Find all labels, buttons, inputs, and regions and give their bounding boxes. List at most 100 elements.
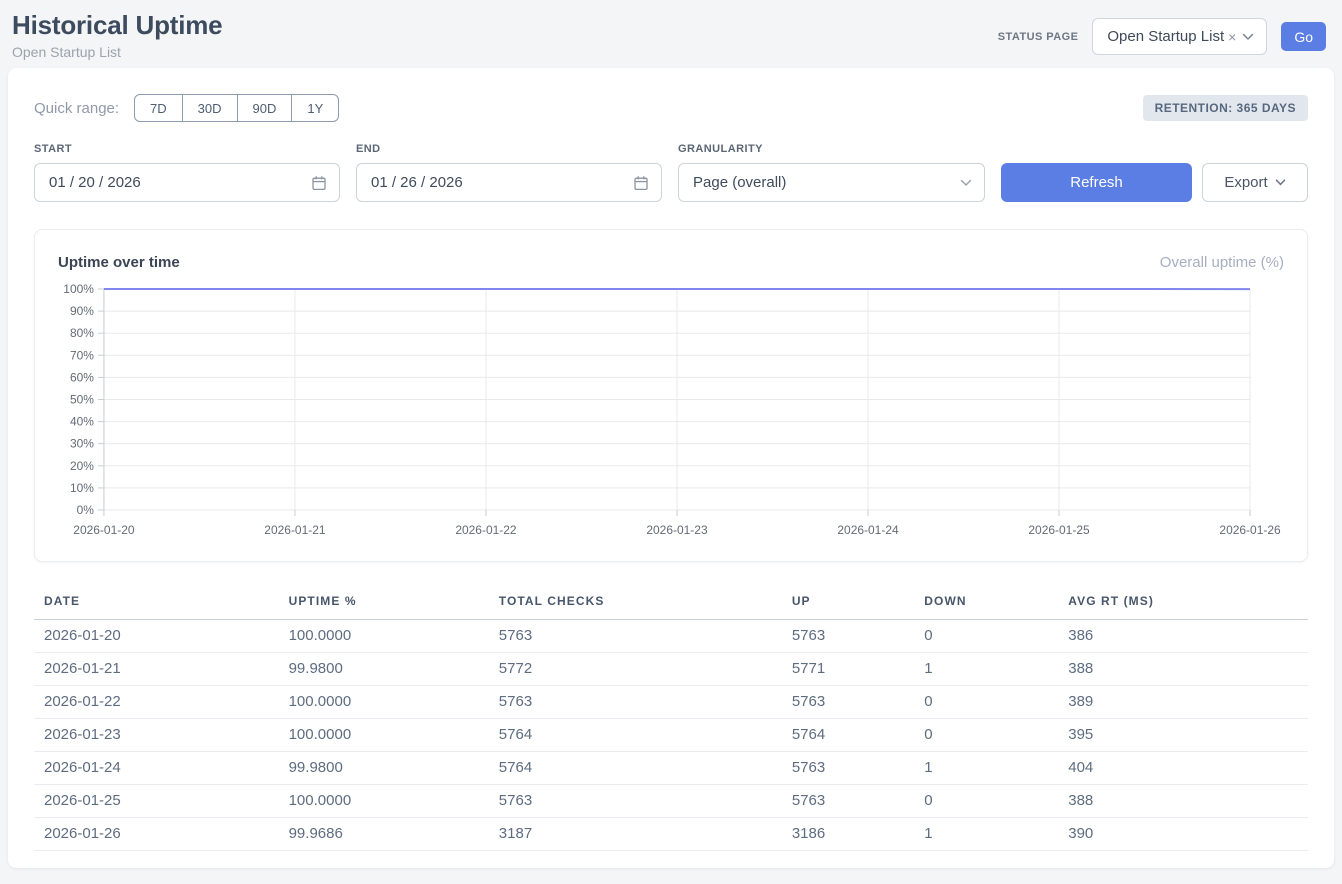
column-header: UPTIME % [279,588,489,620]
table-row: 2026-01-2199.9800577257711388 [34,653,1308,686]
svg-text:20%: 20% [70,459,94,473]
table-header-row: DATEUPTIME %TOTAL CHECKSUPDOWNAVG RT (MS… [34,588,1308,620]
table-cell: 2026-01-20 [34,620,279,653]
svg-text:30%: 30% [70,437,94,451]
table-row: 2026-01-20100.0000576357630386 [34,620,1308,653]
chart-legend: Overall uptime (%) [1160,254,1284,271]
quick-range-row: Quick range: 7D30D90D1Y RETENTION: 365 D… [34,94,1308,122]
table-cell: 3187 [489,818,782,851]
table-cell: 0 [914,719,1058,752]
svg-text:2026-01-24: 2026-01-24 [837,523,899,537]
table-cell: 5763 [489,620,782,653]
retention-badge: RETENTION: 365 DAYS [1143,95,1308,121]
quick-range-7d-button[interactable]: 7D [134,94,183,122]
end-date-value: 01 / 26 / 2026 [371,174,463,191]
start-date-input[interactable]: 01 / 20 / 2026 [34,163,340,202]
refresh-button[interactable]: Refresh [1001,163,1192,202]
table-cell: 1 [914,752,1058,785]
svg-text:60%: 60% [70,370,94,384]
table-cell: 2026-01-25 [34,785,279,818]
calendar-icon[interactable] [633,175,649,191]
column-header: DATE [34,588,279,620]
table-cell: 5771 [782,653,914,686]
svg-text:2026-01-21: 2026-01-21 [264,523,326,537]
granularity-field-group: GRANULARITY Page (overall) [678,143,985,202]
svg-text:90%: 90% [70,304,94,318]
table-cell: 5763 [489,785,782,818]
page-subtitle: Open Startup List [12,44,222,60]
chevron-down-icon [960,179,972,187]
go-button[interactable]: Go [1281,22,1326,51]
table-cell: 99.9800 [279,752,489,785]
table-cell: 5763 [782,752,914,785]
quick-range-90d-button[interactable]: 90D [238,94,293,122]
svg-text:2026-01-26: 2026-01-26 [1219,523,1281,537]
granularity-select[interactable]: Page (overall) [678,163,985,202]
table-body: 2026-01-20100.00005763576303862026-01-21… [34,620,1308,851]
table-row: 2026-01-2499.9800576457631404 [34,752,1308,785]
table-cell: 389 [1058,686,1308,719]
start-date-value: 01 / 20 / 2026 [49,174,141,191]
table-cell: 2026-01-24 [34,752,279,785]
table-row: 2026-01-23100.0000576457640395 [34,719,1308,752]
table-cell: 388 [1058,653,1308,686]
table-cell: 5763 [782,620,914,653]
svg-text:2026-01-25: 2026-01-25 [1028,523,1090,537]
table-cell: 1 [914,818,1058,851]
uptime-chart-svg: 0%10%20%30%40%50%60%70%80%90%100%2026-01… [58,281,1284,543]
end-date-input[interactable]: 01 / 26 / 2026 [356,163,662,202]
column-header: UP [782,588,914,620]
table-cell: 100.0000 [279,686,489,719]
table-cell: 390 [1058,818,1308,851]
clear-icon[interactable]: × [1228,29,1236,45]
end-field-group: END 01 / 26 / 2026 [356,143,662,202]
page-title: Historical Uptime [12,10,222,41]
granularity-value: Page (overall) [693,174,786,191]
svg-text:100%: 100% [63,282,94,296]
status-page-select[interactable]: Open Startup List × [1092,18,1267,55]
svg-text:2026-01-20: 2026-01-20 [73,523,135,537]
status-page-label: STATUS PAGE [998,31,1079,43]
table-cell: 99.9686 [279,818,489,851]
quick-range-group: 7D30D90D1Y [134,94,339,122]
quick-range-1y-button[interactable]: 1Y [292,94,339,122]
quick-range-left: Quick range: 7D30D90D1Y [34,94,339,122]
chart-title: Uptime over time [58,254,180,271]
main-card: Quick range: 7D30D90D1Y RETENTION: 365 D… [8,68,1334,868]
table-cell: 99.9800 [279,653,489,686]
table-cell: 5763 [782,785,914,818]
uptime-chart: 0%10%20%30%40%50%60%70%80%90%100%2026-01… [58,281,1284,543]
table-cell: 5772 [489,653,782,686]
table-cell: 2026-01-22 [34,686,279,719]
chart-header: Uptime over time Overall uptime (%) [58,254,1284,271]
table-row: 2026-01-25100.0000576357630388 [34,785,1308,818]
svg-text:50%: 50% [70,392,94,406]
quick-range-30d-button[interactable]: 30D [183,94,238,122]
table-cell: 5764 [489,719,782,752]
column-header: AVG RT (MS) [1058,588,1308,620]
svg-text:0%: 0% [77,503,95,517]
granularity-label: GRANULARITY [678,143,985,155]
table-cell: 2026-01-23 [34,719,279,752]
table-cell: 395 [1058,719,1308,752]
end-label: END [356,143,662,155]
svg-text:2026-01-23: 2026-01-23 [646,523,708,537]
table-cell: 0 [914,620,1058,653]
start-field-group: START 01 / 20 / 2026 [34,143,340,202]
page-header: Historical Uptime Open Startup List STAT… [0,0,1342,68]
export-button-label: Export [1224,174,1267,191]
page-header-left: Historical Uptime Open Startup List [12,10,222,60]
svg-text:2026-01-22: 2026-01-22 [455,523,517,537]
export-button[interactable]: Export [1202,163,1308,202]
controls-row: START 01 / 20 / 2026 END 01 / 26 / 2026 … [34,143,1308,202]
table-cell: 100.0000 [279,620,489,653]
table-row: 2026-01-2699.9686318731861390 [34,818,1308,851]
table-row: 2026-01-22100.0000576357630389 [34,686,1308,719]
table-cell: 388 [1058,785,1308,818]
svg-text:40%: 40% [70,415,94,429]
svg-text:10%: 10% [70,481,94,495]
calendar-icon[interactable] [311,175,327,191]
table-cell: 2026-01-21 [34,653,279,686]
page-header-right: STATUS PAGE Open Startup List × Go [998,18,1326,55]
start-label: START [34,143,340,155]
